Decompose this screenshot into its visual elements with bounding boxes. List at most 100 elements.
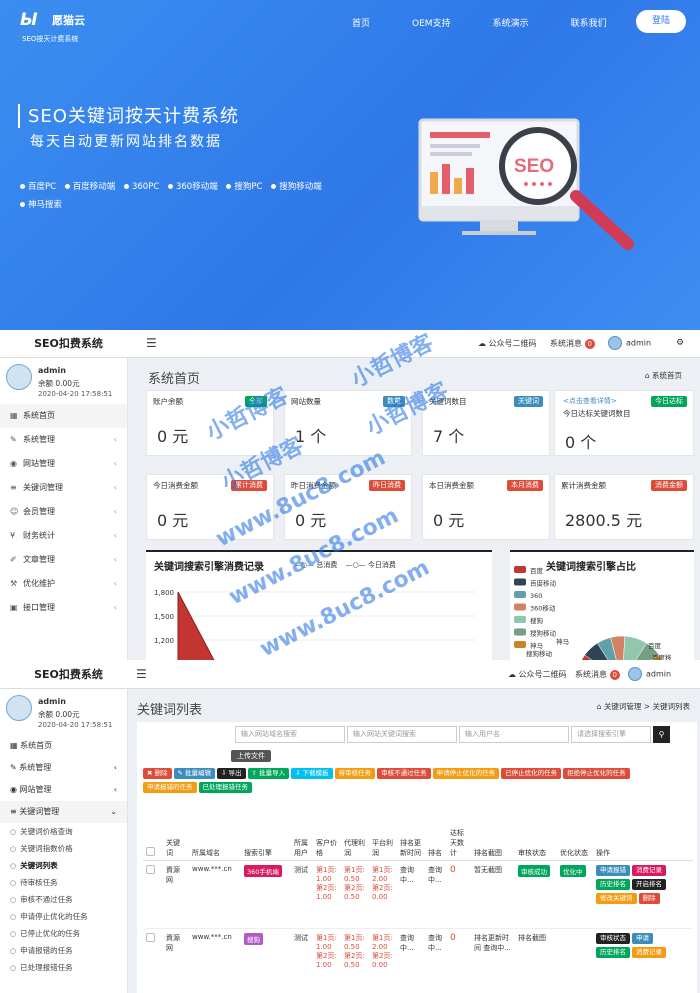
sidebar-item-optimize[interactable]: ⚒ 优化维护 ‹ xyxy=(0,572,127,596)
submenu-error-request[interactable]: 申请报错的任务 xyxy=(0,942,127,959)
menu-toggle-icon[interactable]: ☰ xyxy=(146,336,157,350)
app-brand[interactable]: SEO扣费系统 xyxy=(0,661,137,689)
column-header[interactable]: 所属用户 xyxy=(291,800,313,861)
sidebar-item-keywords[interactable]: ≡ 关键词管理 ‹ xyxy=(0,476,127,500)
column-header[interactable]: 平台利润 xyxy=(369,800,397,861)
column-header[interactable]: 代理利润 xyxy=(341,800,369,861)
download-template-button[interactable]: ⇩ 下载模板 xyxy=(291,768,333,779)
rank-history-button[interactable]: 历史排名 xyxy=(596,946,630,958)
nav-oem[interactable]: OEM支持 xyxy=(412,16,451,29)
row-checkbox[interactable] xyxy=(146,864,155,874)
card-value: 0 个 xyxy=(565,433,597,452)
pending-tasks-button[interactable]: 待审核任务 xyxy=(334,768,376,779)
sidebar-item-label: 网站管理 xyxy=(19,785,52,794)
card-keyword-count: 关键词数目 关键词 7 个 xyxy=(422,390,550,456)
engine-select[interactable]: 请选择搜索引擎 xyxy=(571,726,651,743)
app-brand[interactable]: SEO扣费系统 xyxy=(0,330,137,358)
delete-row-button[interactable]: 删除 xyxy=(638,892,660,904)
stop-request-button[interactable]: 申请停止优化的任务 xyxy=(432,768,500,779)
rank-history-button[interactable]: 历史排名 xyxy=(596,878,630,890)
column-header[interactable]: 达标天数计 xyxy=(447,800,471,861)
qr-link[interactable]: ☁ 公众号二维码 xyxy=(508,669,567,680)
column-header[interactable]: 排名 xyxy=(425,800,447,861)
column-header[interactable]: 客户价格 xyxy=(313,800,341,861)
spend-record-button[interactable]: 消费记录 xyxy=(632,864,666,876)
sidebar-item-system[interactable]: ✎ 系统管理 ‹ xyxy=(0,428,127,452)
spend-record-button[interactable]: 消费记录 xyxy=(632,946,666,958)
avatar xyxy=(6,364,32,390)
report-error-button[interactable]: 申请报错 xyxy=(596,864,630,876)
error-handled-button[interactable]: 已处理报错任务 xyxy=(198,782,252,793)
hero-subtitle: 每天自动更新网站排名数据 xyxy=(30,134,222,150)
sidebar-item-keywords[interactable]: ≡ 关键词管理 ⌄ xyxy=(0,801,127,823)
export-button[interactable]: ⇩ 导出 xyxy=(217,768,246,779)
submenu-stopped[interactable]: 已停止优化的任务 xyxy=(0,925,127,942)
logo[interactable]: Ы 愿猫云 SEO按天计费系统 xyxy=(20,10,90,43)
column-header[interactable]: 排名更新时间 xyxy=(397,800,425,861)
nav-demo[interactable]: 系统演示 xyxy=(493,16,529,29)
batch-import-button[interactable]: ⇧ 批量导入 xyxy=(247,768,290,779)
column-header[interactable]: 关键词 xyxy=(163,800,189,861)
column-header[interactable]: 优化状态 xyxy=(557,800,593,861)
messages-link[interactable]: 系统消息 0 xyxy=(550,338,596,349)
sidebar-item-articles[interactable]: ✐ 文章管理 ‹ xyxy=(0,548,127,572)
submenu-index-price[interactable]: 关键词指数价格 xyxy=(0,840,127,857)
submenu-pending[interactable]: 待审核任务 xyxy=(0,874,127,891)
sidebar-item-api[interactable]: ▣ 接口管理 ‹ xyxy=(0,596,127,620)
button-label: 拒绝停止优化的任务 xyxy=(567,769,626,777)
upload-file-button[interactable]: 上传文件 xyxy=(231,750,271,762)
keyword-list-screen: SEO扣费系统 ☰ ☁ 公众号二维码 系统消息 0 admin admin 余额… xyxy=(0,661,700,993)
sidebar-item-home[interactable]: ▦ 系统首页 xyxy=(0,404,127,428)
username-input[interactable]: 输入用户名 xyxy=(459,726,569,743)
keyword-search-input[interactable]: 输入网站关键词搜索 xyxy=(347,726,457,743)
stopped-tasks-button[interactable]: 已停止优化的任务 xyxy=(501,768,562,779)
column-header[interactable]: 排名截图 xyxy=(471,800,515,861)
submenu-error-handled[interactable]: 已处理报错任务 xyxy=(0,959,127,976)
column-header[interactable]: 操作 xyxy=(593,800,693,861)
qr-link[interactable]: ☁ 公众号二维码 xyxy=(478,338,537,349)
home-icon: ⌂ xyxy=(644,371,650,380)
batch-edit-button[interactable]: ✎ 批量编辑 xyxy=(173,768,216,779)
settings-icon[interactable]: ⚙ xyxy=(676,338,684,348)
rejected-tasks-button[interactable]: 审核不通过任务 xyxy=(377,768,431,779)
nav-home[interactable]: 首页 xyxy=(352,16,370,29)
row-checkbox[interactable] xyxy=(146,932,155,942)
sidebar-item-members[interactable]: ☺ 会员管理 ‹ xyxy=(0,500,127,524)
details-link[interactable]: <点击查看详情> xyxy=(563,396,617,406)
apply-button[interactable]: 申请 xyxy=(632,932,653,944)
submenu-price-query[interactable]: 关键词价格查询 xyxy=(0,823,127,840)
sidebar-item-finance[interactable]: ¥ 财务统计 ‹ xyxy=(0,524,127,548)
sidebar-item-sites[interactable]: ◉ 网站管理 ‹ xyxy=(0,452,127,476)
delete-button[interactable]: ✖ 删除 xyxy=(143,768,172,779)
search-icon[interactable]: ⚲ xyxy=(653,726,670,743)
breadcrumb[interactable]: ⌂ 系统首页 xyxy=(645,370,682,381)
submenu-keyword-list[interactable]: 关键词列表 xyxy=(0,857,127,874)
user-menu[interactable]: admin xyxy=(628,667,671,681)
column-header[interactable]: 搜索引擎 xyxy=(241,800,291,861)
stop-refused-button[interactable]: 拒绝停止优化的任务 xyxy=(563,768,630,779)
login-button[interactable]: 登陆 xyxy=(636,10,686,33)
domain-search-input[interactable]: 输入网站域名搜索 xyxy=(235,726,345,743)
messages-link[interactable]: 系统消息 0 xyxy=(575,669,621,680)
edit-keyword-button[interactable]: 修改关键词 xyxy=(596,892,637,904)
user-name: admin xyxy=(38,697,66,706)
menu-toggle-icon[interactable]: ☰ xyxy=(136,667,147,681)
sidebar-item-system[interactable]: ✎ 系统管理 ‹ xyxy=(0,757,127,779)
row-select xyxy=(143,860,163,929)
sidebar-item-sites[interactable]: ◉ 网站管理 ‹ xyxy=(0,779,127,801)
column-header[interactable]: 审核状态 xyxy=(515,800,557,861)
nav-contact[interactable]: 联系我们 xyxy=(571,16,607,29)
error-request-button[interactable]: 申请报错的任务 xyxy=(143,782,197,793)
submenu-stop-request[interactable]: 申请停止优化的任务 xyxy=(0,908,127,925)
legend-swatch xyxy=(514,603,526,611)
breadcrumb[interactable]: ⌂ 关键词管理 > 关键词列表 xyxy=(597,701,690,712)
user-menu[interactable]: admin xyxy=(608,336,651,350)
chevron-left-icon: ‹ xyxy=(113,555,117,564)
audit-status-button[interactable]: 审核状态 xyxy=(596,932,630,944)
select-all-checkbox[interactable] xyxy=(146,846,155,856)
open-rank-button[interactable]: 开启排名 xyxy=(632,878,666,890)
sidebar-item-home[interactable]: ▦ 系统首页 xyxy=(0,735,127,757)
legend-swatch xyxy=(514,641,526,648)
submenu-rejected[interactable]: 审核不通过任务 xyxy=(0,891,127,908)
column-header[interactable]: 所属域名 xyxy=(189,800,241,861)
